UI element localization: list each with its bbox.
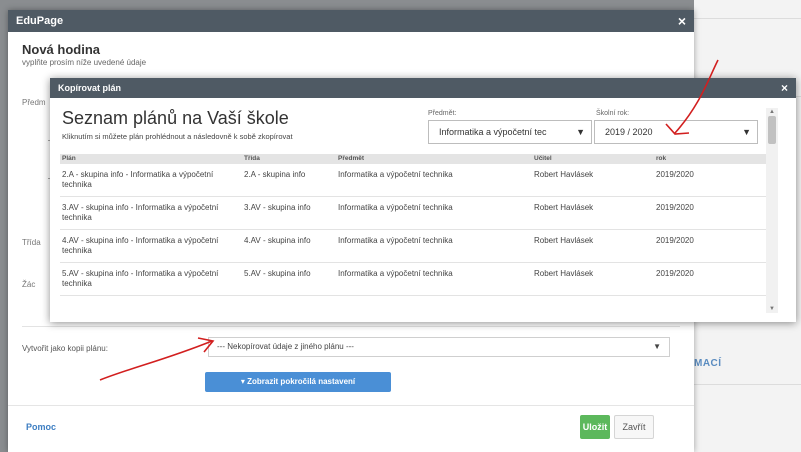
scrollbar-thumb[interactable]: [768, 116, 776, 144]
scroll-up-icon[interactable]: ▲: [766, 108, 778, 116]
modal-header: EduPage ×: [8, 10, 694, 32]
subject-cell: Informatika a výpočetní technika: [338, 170, 453, 179]
subject-filter-value: Informatika a výpočetní tec: [439, 127, 547, 137]
app-title: EduPage: [16, 15, 64, 27]
plans-title: Seznam plánů na Vaší škole: [62, 108, 289, 128]
teacher-cell: Robert Havlásek: [534, 203, 594, 212]
divider: [8, 405, 694, 406]
copy-plan-modal: Kopírovat plán × Seznam plánů na Vaší šk…: [50, 78, 796, 322]
table-scrollbar[interactable]: ▲ ▼: [766, 108, 778, 313]
year-cell: 2019/2020: [656, 203, 694, 212]
table-row[interactable]: 4.AV - skupina info - Informatika a výpo…: [60, 230, 770, 263]
year-filter-label: Školní rok:: [596, 110, 630, 117]
year-cell: 2019/2020: [656, 170, 694, 179]
chevron-down-icon: ▼: [742, 127, 751, 137]
class-label: Třída: [22, 238, 41, 247]
column-header: rok: [656, 155, 667, 162]
background-link[interactable]: MACÍ: [694, 358, 722, 369]
caret-down-icon: ▼: [653, 342, 661, 351]
table-row[interactable]: 5.AV - skupina info - Informatika a výpo…: [60, 263, 770, 296]
class-cell: 2.A - skupina info: [244, 170, 306, 179]
divider: [22, 326, 680, 327]
subject-label: Předm: [22, 98, 46, 107]
plan-cell: 5.AV - skupina info - Informatika a výpo…: [62, 269, 219, 288]
modal-header-title: Kopírovat plán: [58, 83, 122, 93]
plan-cell: 3.AV - skupina info - Informatika a výpo…: [62, 203, 219, 222]
copy-plan-label: Vytvořit jako kopii plánu:: [22, 344, 108, 353]
modal-header: Kopírovat plán ×: [50, 78, 796, 98]
divider: [694, 384, 801, 385]
subject-cell: Informatika a výpočetní technika: [338, 203, 453, 212]
column-header: Předmět: [338, 155, 365, 162]
teacher-cell: Robert Havlásek: [534, 269, 594, 278]
year-cell: 2019/2020: [656, 236, 694, 245]
plan-cell: 4.AV - skupina info - Informatika a výpo…: [62, 236, 219, 255]
subject-filter-label: Předmět:: [428, 110, 457, 117]
table-row[interactable]: 2.A - skupina info - Informatika a výpoč…: [60, 164, 770, 197]
close-button[interactable]: Zavřít: [614, 415, 654, 439]
save-button[interactable]: Uložit: [580, 415, 610, 439]
chevron-down-icon: ▼: [576, 127, 585, 137]
subject-cell: Informatika a výpočetní technika: [338, 236, 453, 245]
year-filter-value: 2019 / 2020: [605, 127, 653, 137]
close-icon[interactable]: ×: [781, 78, 788, 98]
copy-plan-select[interactable]: --- Nekopírovat údaje z jiného plánu ---…: [208, 337, 670, 357]
plan-cell: 2.A - skupina info - Informatika a výpoč…: [62, 170, 214, 189]
column-header: Učitel: [534, 155, 552, 162]
class-cell: 4.AV - skupina info: [244, 236, 311, 245]
modal-title: Nová hodina: [22, 42, 101, 57]
scroll-down-icon[interactable]: ▼: [766, 305, 778, 313]
modal-subtitle: vyplňte prosím níže uvedené údaje: [22, 58, 147, 67]
plans-table: Plán Třída Předmět Učitel rok 2.A - skup…: [60, 154, 770, 296]
help-link[interactable]: Pomoc: [26, 422, 56, 432]
subject-cell: Informatika a výpočetní technika: [338, 269, 453, 278]
teacher-cell: Robert Havlásek: [534, 236, 594, 245]
column-header: Třída: [244, 155, 260, 162]
show-advanced-button[interactable]: ▾ Zobrazit pokročilá nastavení: [205, 372, 391, 392]
students-label: Žác: [22, 280, 36, 289]
table-header: Plán Třída Předmět Učitel rok: [60, 154, 770, 164]
plans-subtitle: Kliknutím si můžete plán prohlédnout a n…: [62, 132, 293, 141]
class-cell: 3.AV - skupina info: [244, 203, 311, 212]
divider: [694, 18, 801, 19]
teacher-cell: Robert Havlásek: [534, 170, 594, 179]
copy-plan-value: --- Nekopírovat údaje z jiného plánu ---: [217, 342, 354, 351]
class-cell: 5.AV - skupina info: [244, 269, 311, 278]
year-filter-select[interactable]: 2019 / 2020 ▼: [594, 120, 758, 144]
table-row[interactable]: 3.AV - skupina info - Informatika a výpo…: [60, 197, 770, 230]
close-icon[interactable]: ×: [678, 10, 686, 32]
subject-filter-select[interactable]: Informatika a výpočetní tec ▼: [428, 120, 592, 144]
year-cell: 2019/2020: [656, 269, 694, 278]
column-header: Plán: [62, 155, 76, 162]
